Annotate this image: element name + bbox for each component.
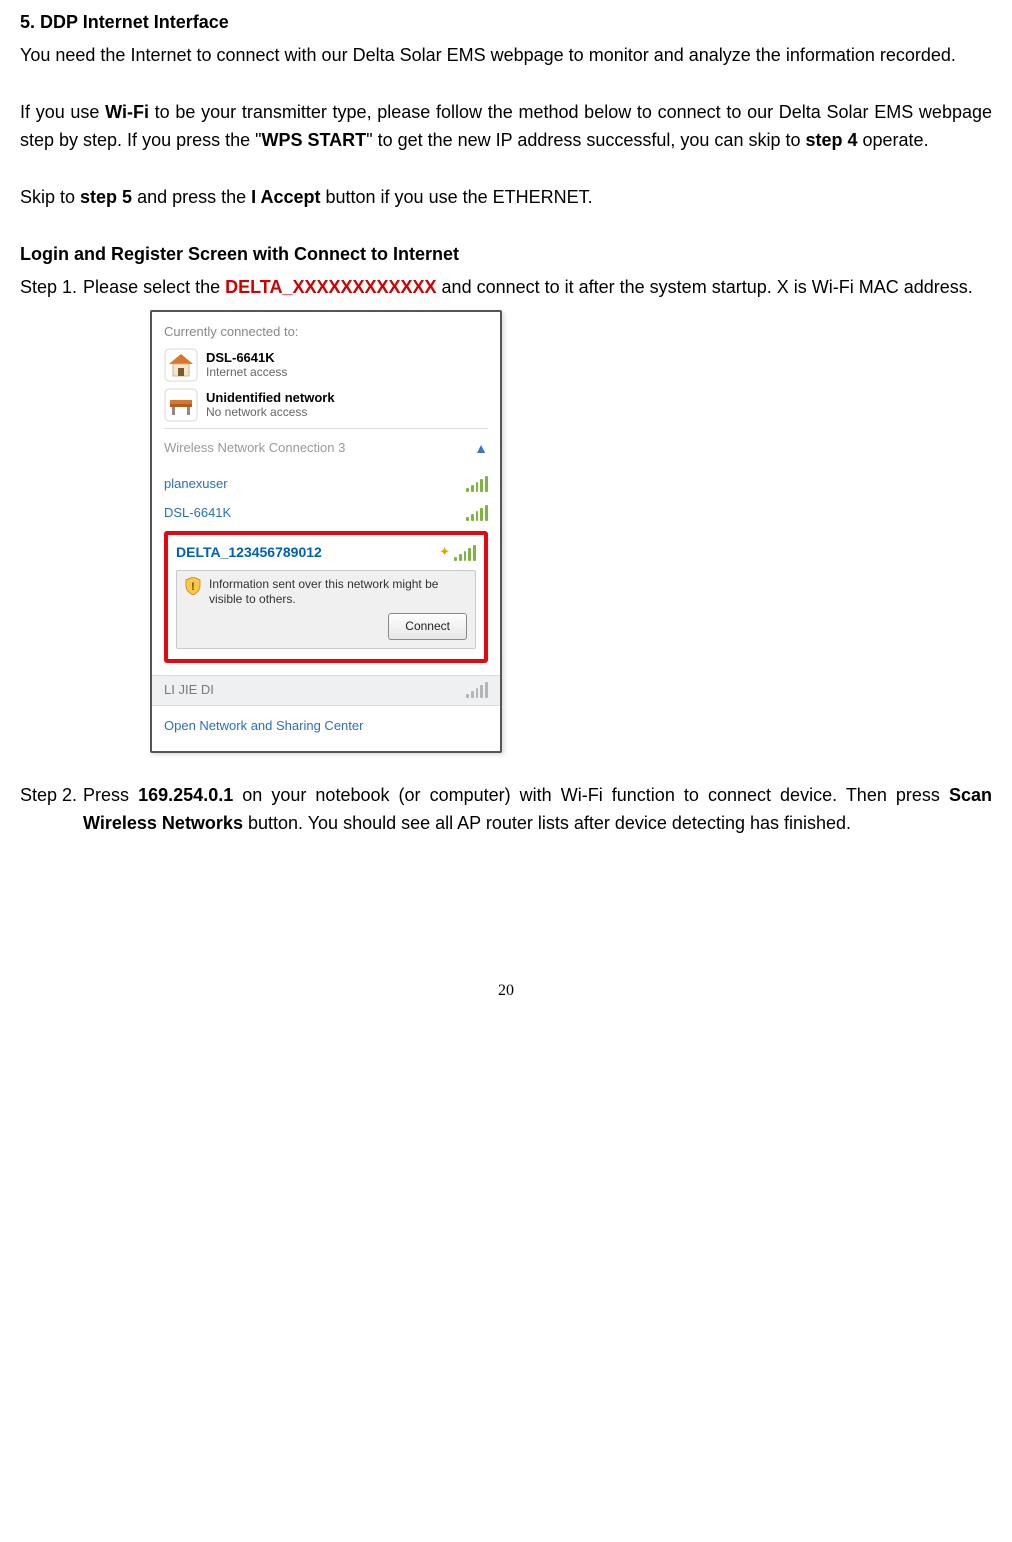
skip-paragraph: Skip to step 5 and press the I Accept bu… bbox=[20, 183, 992, 212]
security-warning-box: ! Information sent over this network mig… bbox=[176, 570, 476, 649]
screenshot-wrap: Currently connected to: DSL-6641K Intern… bbox=[150, 310, 992, 753]
currently-connected-label: Currently connected to: bbox=[164, 322, 488, 343]
text: Skip to bbox=[20, 187, 80, 207]
delta-ssid-placeholder: DELTA_XXXXXXXXXXXX bbox=[225, 277, 436, 297]
text: button. You should see all AP router lis… bbox=[243, 813, 851, 833]
network-status: Internet access bbox=[206, 366, 287, 380]
wifi-paragraph: If you use Wi-Fi to be your transmitter … bbox=[20, 98, 992, 156]
network-name: DSL-6641K bbox=[206, 351, 287, 366]
text: and connect to it after the system start… bbox=[437, 277, 973, 297]
ip-address: 169.254.0.1 bbox=[138, 785, 233, 805]
text: and press the bbox=[132, 187, 251, 207]
step4-bold: step 4 bbox=[805, 130, 857, 150]
warning-star-icon: ✦ bbox=[439, 542, 450, 563]
wifi-name: DELTA_123456789012 bbox=[176, 541, 322, 563]
home-network-icon bbox=[164, 348, 198, 382]
chevron-up-icon: ▲ bbox=[474, 437, 488, 459]
iaccept-bold: I Accept bbox=[251, 187, 320, 207]
step-2-body: Press 169.254.0.1 on your notebook (or c… bbox=[83, 781, 992, 839]
wireless-section-label: Wireless Network Connection 3 bbox=[164, 438, 345, 459]
public-network-icon bbox=[164, 388, 198, 422]
step-2: Step 2. Press 169.254.0.1 on your notebo… bbox=[20, 781, 992, 839]
text: on your notebook (or computer) with Wi-F… bbox=[233, 785, 949, 805]
svg-text:!: ! bbox=[191, 581, 195, 593]
connect-button[interactable]: Connect bbox=[388, 613, 467, 640]
wps-bold: WPS START bbox=[262, 130, 367, 150]
wifi-item-lijiedi[interactable]: LI JIE DI bbox=[152, 675, 500, 705]
network-flyout: Currently connected to: DSL-6641K Intern… bbox=[150, 310, 502, 753]
signal-icon bbox=[466, 682, 488, 698]
text: Press bbox=[83, 785, 138, 805]
warning-text: Information sent over this network might… bbox=[209, 577, 467, 607]
open-network-center-link[interactable]: Open Network and Sharing Center bbox=[152, 705, 500, 751]
wifi-name: LI JIE DI bbox=[164, 680, 214, 701]
step-1: Step 1. Please select the DELTA_XXXXXXXX… bbox=[20, 273, 992, 302]
text: operate. bbox=[858, 130, 929, 150]
connected-network-2[interactable]: Unidentified network No network access bbox=[164, 388, 488, 422]
step-1-label: Step 1. bbox=[20, 273, 77, 302]
wifi-item-delta-highlighted[interactable]: DELTA_123456789012 ✦ ! Information sent … bbox=[164, 531, 488, 663]
wireless-section-header[interactable]: Wireless Network Connection 3 ▲ bbox=[164, 437, 488, 459]
signal-icon bbox=[466, 476, 488, 492]
network-name: Unidentified network bbox=[206, 391, 335, 406]
page-number: 20 bbox=[20, 978, 992, 1004]
text: Please select the bbox=[83, 277, 225, 297]
network-status: No network access bbox=[206, 406, 335, 420]
connected-network-1[interactable]: DSL-6641K Internet access bbox=[164, 348, 488, 382]
text: " to get the new IP address successful, … bbox=[366, 130, 805, 150]
wifi-name: DSL-6641K bbox=[164, 503, 231, 524]
login-heading: Login and Register Screen with Connect t… bbox=[20, 240, 992, 269]
shield-warning-icon: ! bbox=[185, 577, 201, 595]
wifi-name: planexuser bbox=[164, 474, 228, 495]
step5-bold: step 5 bbox=[80, 187, 132, 207]
wifi-bold: Wi-Fi bbox=[105, 102, 149, 122]
divider bbox=[164, 428, 488, 429]
signal-icon bbox=[454, 545, 476, 561]
text: button if you use the ETHERNET. bbox=[321, 187, 593, 207]
section-heading: 5. DDP Internet Interface bbox=[20, 8, 992, 37]
wifi-item-planexuser[interactable]: planexuser bbox=[164, 470, 488, 499]
intro-paragraph: You need the Internet to connect with ou… bbox=[20, 41, 992, 70]
text: If you use bbox=[20, 102, 105, 122]
wifi-item-dsl6641k[interactable]: DSL-6641K bbox=[164, 499, 488, 528]
step-1-body: Please select the DELTA_XXXXXXXXXXXX and… bbox=[83, 273, 992, 302]
step-2-label: Step 2. bbox=[20, 781, 77, 839]
signal-icon bbox=[466, 505, 488, 521]
